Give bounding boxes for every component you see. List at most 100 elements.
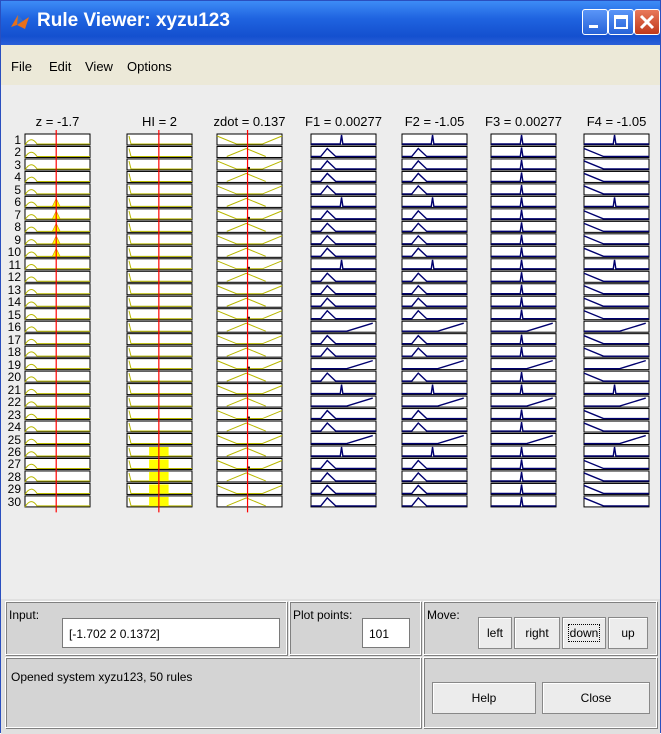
rule-cell [583, 270, 650, 283]
rule-cell [583, 195, 650, 208]
move-up-label: up [621, 626, 635, 640]
rule-cell [310, 208, 377, 221]
rule-cell [126, 195, 193, 208]
rule-cell [126, 445, 193, 458]
variable-label-2: HI = 2 [141, 114, 178, 129]
rule-cell [490, 420, 557, 433]
rule-cell [126, 183, 193, 196]
rule-cell [24, 183, 91, 196]
rule-cell [401, 370, 468, 383]
rule-cell [490, 383, 557, 396]
close-window-button[interactable] [634, 9, 660, 35]
rule-cell [401, 495, 468, 508]
input-field[interactable]: [-1.702 2 0.1372] [62, 618, 280, 648]
rule-cell [310, 345, 377, 358]
rule-cell [310, 445, 377, 458]
rule-cell [24, 333, 91, 346]
rule-cell [583, 158, 650, 171]
rule-cell [126, 433, 193, 446]
rule-number: 15 [7, 307, 21, 322]
rule-cell [24, 245, 91, 258]
rule-cell [126, 208, 193, 221]
rule-cell [490, 482, 557, 495]
rule-cell [216, 308, 283, 321]
move-down-label: down [567, 624, 601, 642]
rule-cell [24, 270, 91, 283]
rule-number: 3 [14, 157, 21, 172]
rule-cell [24, 158, 91, 171]
rule-cell [490, 308, 557, 321]
rule-cell [126, 345, 193, 358]
rule-cell [401, 320, 468, 333]
rules-plot[interactable] [1, 85, 660, 599]
rule-number: 29 [7, 482, 21, 497]
rule-cell [310, 433, 377, 446]
move-up-button[interactable]: up [608, 617, 648, 649]
rule-cell [216, 358, 283, 371]
rule-number: 23 [7, 407, 21, 422]
menu-edit[interactable]: Edit [49, 59, 71, 74]
rule-number: 2 [14, 145, 21, 160]
move-left-button[interactable]: left [478, 617, 512, 649]
status-text: Opened system xyzu123, 50 rules [11, 670, 193, 684]
menu-bar: File Edit View Options [1, 45, 660, 85]
rule-cell [583, 433, 650, 446]
rule-cell [216, 395, 283, 408]
rule-cell [490, 470, 557, 483]
rule-cell [583, 457, 650, 470]
rule-cell [401, 457, 468, 470]
rule-cell [216, 433, 283, 446]
rule-cell [24, 358, 91, 371]
maximize-button[interactable] [608, 9, 634, 35]
rule-cell [583, 133, 650, 146]
rule-cell [310, 258, 377, 271]
rule-cell [490, 295, 557, 308]
rule-cell [583, 183, 650, 196]
move-group: Move: left right down up [423, 601, 657, 655]
rule-cell [401, 308, 468, 321]
rule-cell [24, 170, 91, 183]
menu-view[interactable]: View [85, 59, 113, 74]
rule-number: 13 [7, 282, 21, 297]
rule-number: 14 [7, 295, 21, 310]
rule-cell [126, 133, 193, 146]
rule-number: 20 [7, 370, 21, 385]
rule-cell [583, 145, 650, 158]
rule-number: 19 [7, 357, 21, 372]
rule-cell [24, 482, 91, 495]
close-button[interactable]: Close [542, 682, 650, 714]
move-down-button[interactable]: down [562, 617, 606, 649]
rule-plot-area[interactable]: z = -1.7 HI = 2 zdot = 0.137 F1 = 0.00277 F2… [1, 85, 660, 599]
rule-cell [583, 345, 650, 358]
rule-cell [310, 482, 377, 495]
rule-cell [216, 183, 283, 196]
rule-cell [401, 482, 468, 495]
rule-cell [126, 258, 193, 271]
menu-file[interactable]: File [11, 59, 32, 74]
rule-cell [216, 408, 283, 421]
rule-cell [310, 270, 377, 283]
minimize-button[interactable] [582, 9, 608, 35]
rule-cell [216, 258, 283, 271]
input-group: Input: [-1.702 2 0.1372] [5, 601, 287, 655]
rule-cell [24, 470, 91, 483]
rule-number: 6 [14, 195, 21, 210]
rule-cell [24, 308, 91, 321]
move-right-button[interactable]: right [514, 617, 560, 649]
rule-cell [310, 245, 377, 258]
title-bar[interactable]: Rule Viewer: xyzu123 [1, 1, 660, 45]
rule-cell [216, 270, 283, 283]
rule-cell [401, 383, 468, 396]
rule-cell [583, 383, 650, 396]
variable-label-3: zdot = 0.137 [213, 114, 286, 129]
rule-cell [126, 457, 193, 470]
menu-options[interactable]: Options [127, 59, 172, 74]
rule-cell [401, 358, 468, 371]
rule-number: 9 [14, 232, 21, 247]
plot-points-field[interactable]: 101 [362, 618, 410, 648]
rule-cell [126, 283, 193, 296]
help-button[interactable]: Help [432, 682, 536, 714]
rule-cell [216, 495, 283, 508]
rule-cell [216, 345, 283, 358]
rule-number: 10 [7, 245, 21, 260]
